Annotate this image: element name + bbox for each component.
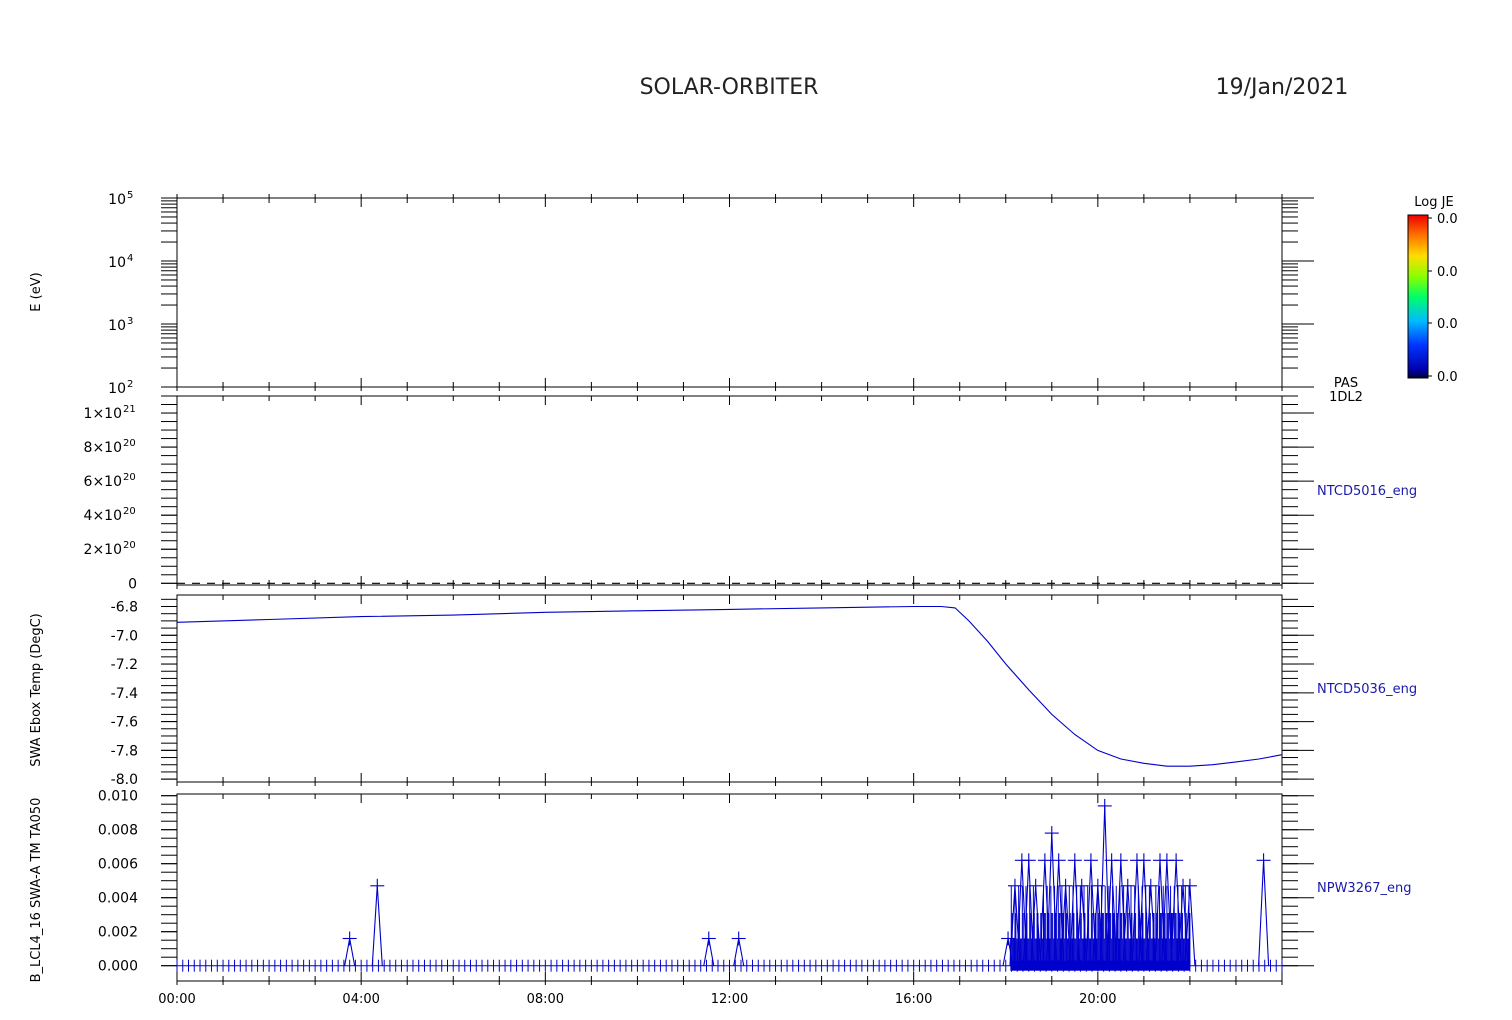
y-tick-label: 0.008 (98, 823, 138, 839)
y-tick-exponent: 20 (123, 506, 136, 517)
y-tick-label: 0.002 (98, 925, 138, 941)
y-tick-label: 10 (108, 381, 126, 397)
panel-ntcd5036: SWA Ebox Temp (DegC) NTCD5036_eng -6.8 -7… (29, 594, 1417, 788)
plot-canvas: SOLAR-ORBITER 19/Jan/2021 E (eV) PAS 1DL… (29, 75, 1458, 1007)
y-tick-exponent: 21 (123, 404, 136, 415)
colorbar-tick-label: 0.0 (1437, 265, 1458, 280)
y-tick-label: -7.6 (111, 715, 138, 731)
panel-energy-spectrogram: E (eV) PAS 1DL2 10 510 410 310 2 (29, 190, 1363, 405)
y-tick-label: -7.0 (111, 628, 138, 644)
y-tick-label: 2×10 (84, 542, 122, 558)
colorbar-tick-label: 0.0 (1437, 317, 1458, 332)
y-tick-exponent: 3 (127, 316, 133, 327)
y-tick-label: 8×10 (84, 440, 122, 456)
colorbar-tick-label: 0.0 (1437, 212, 1458, 227)
panel-ntcd5016-frame (176, 395, 1283, 586)
panel-energy-ylabel: E (eV) (29, 272, 44, 311)
panel-ntcd5016: NTCD5016_eng 1×10 218×10 206×10 204×10 202×1… (84, 395, 1417, 592)
time-tick-label: 00:00 (158, 992, 195, 1007)
y-tick-label: -7.4 (111, 686, 138, 702)
y-tick-exponent: 20 (123, 472, 136, 483)
y-tick-label: 10 (108, 192, 126, 208)
y-tick-label: 10 (108, 255, 126, 271)
y-tick-exponent: 20 (123, 438, 136, 449)
y-tick-label: -8.0 (111, 772, 138, 788)
series-label-npw3267: NPW3267_eng (1317, 881, 1412, 896)
panel-npw3267: B_LCL4_16 SWA-A TM TA050 NPW3267_eng 0.0… (29, 789, 1412, 985)
y-tick-label: -6.8 (111, 600, 138, 616)
date-label: 19/Jan/2021 (1216, 75, 1349, 100)
series-label-ntcd5036: NTCD5036_eng (1317, 682, 1417, 697)
y-tick-label: 0 (128, 576, 137, 592)
y-tick-label: 0.010 (98, 789, 138, 805)
y-tick-exponent: 2 (127, 379, 133, 390)
mission-title: SOLAR-ORBITER (640, 75, 819, 100)
panel-energy-frame (176, 197, 1283, 388)
time-axis: 00:00 04:00 08:00 12:00 16:00 20:00 (158, 992, 1116, 1007)
y-tick-exponent: 20 (123, 540, 136, 551)
side-label-1dl2: 1DL2 (1329, 390, 1363, 405)
y-tick-label: 0.006 (98, 857, 138, 873)
y-tick-label: -7.2 (111, 657, 138, 673)
y-tick-exponent: 5 (127, 190, 133, 201)
side-label-pas: PAS (1334, 376, 1358, 391)
time-tick-label: 12:00 (711, 992, 748, 1007)
series-ntcd5036-line (176, 605, 1283, 767)
panel-ntcd5036-ylabel: SWA Ebox Temp (DegC) (29, 613, 44, 767)
time-tick-label: 04:00 (342, 992, 379, 1007)
panel-npw3267-ylabel: B_LCL4_16 SWA-A TM TA050 (29, 798, 44, 983)
time-tick-label: 20:00 (1079, 992, 1116, 1007)
colorbar: Log JE 0.0 0.0 0.0 0.0 (1407, 195, 1458, 385)
panel-ntcd5036-frame (176, 594, 1283, 783)
time-tick-label: 16:00 (895, 992, 932, 1007)
spike-line (371, 885, 383, 966)
series-label-ntcd5016: NTCD5016_eng (1317, 484, 1417, 499)
spike-line (1258, 860, 1270, 966)
y-tick-label: 1×10 (84, 406, 122, 422)
y-tick-label: 0.004 (98, 891, 138, 907)
colorbar-tick-label: 0.0 (1437, 370, 1458, 385)
y-tick-label: 4×10 (84, 508, 122, 524)
y-tick-label: 6×10 (84, 474, 122, 490)
y-tick-label: -7.8 (111, 743, 138, 759)
colorbar-title: Log JE (1414, 195, 1453, 210)
time-tick-label: 08:00 (527, 992, 564, 1007)
y-tick-label: 0.000 (98, 959, 138, 975)
y-tick-exponent: 4 (127, 253, 133, 264)
colorbar-gradient (1407, 214, 1429, 379)
y-tick-label: 10 (108, 318, 126, 334)
